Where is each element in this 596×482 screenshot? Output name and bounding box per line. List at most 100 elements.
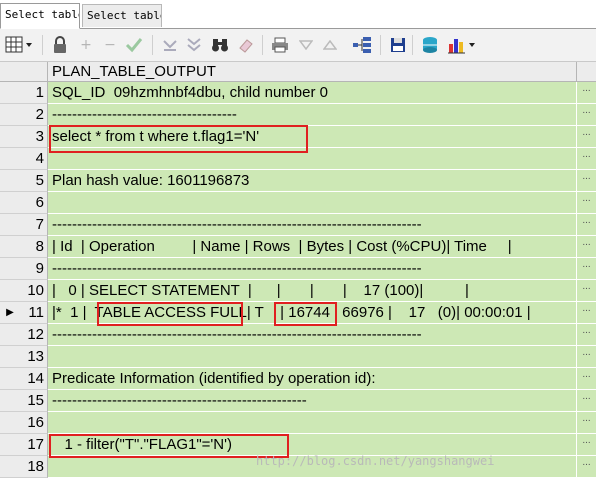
grid-corner[interactable]: [0, 62, 48, 82]
cell-expand-button[interactable]: ...: [576, 390, 596, 412]
cell-expand-button[interactable]: ...: [576, 346, 596, 368]
cell-expand-button[interactable]: ...: [576, 126, 596, 148]
table-row[interactable]: 10 | 0 | SELECT STATEMENT | | | | 17 (100…: [0, 280, 596, 302]
row-marker[interactable]: [0, 192, 20, 214]
row-marker[interactable]: [0, 104, 20, 126]
plan-output-cell[interactable]: Plan hash value: 1601196873: [48, 170, 576, 192]
row-number[interactable]: 8: [20, 236, 48, 258]
cell-expand-button[interactable]: ...: [576, 214, 596, 236]
row-number[interactable]: 7: [20, 214, 48, 236]
cell-expand-button[interactable]: ...: [576, 302, 596, 324]
row-marker[interactable]: [0, 126, 20, 148]
row-number[interactable]: 16: [20, 412, 48, 434]
plan-output-cell[interactable]: ----------------------------------------…: [48, 324, 576, 346]
row-marker[interactable]: [0, 324, 20, 346]
plan-output-cell[interactable]: -------------------------------------: [48, 104, 576, 126]
row-marker[interactable]: [0, 390, 20, 412]
row-number[interactable]: 10: [20, 280, 48, 302]
eraser-icon[interactable]: [236, 35, 256, 55]
row-number[interactable]: 17: [20, 434, 48, 456]
cell-expand-button[interactable]: ...: [576, 434, 596, 456]
table-row[interactable]: 1 SQL_ID 09hzmhnbf4dbu, child number 0...: [0, 82, 596, 104]
tab-select-table-active[interactable]: Select table: [0, 3, 80, 29]
table-row[interactable]: 6...: [0, 192, 596, 214]
plan-output-cell[interactable]: select * from t where t.flag1='N': [48, 126, 576, 148]
current-row-indicator-icon[interactable]: ▶: [0, 302, 20, 324]
cell-expand-button[interactable]: ...: [576, 324, 596, 346]
grid-dropdown-icon[interactable]: [5, 35, 35, 55]
save-icon[interactable]: [388, 35, 408, 55]
row-marker[interactable]: [0, 456, 20, 478]
row-number[interactable]: 13: [20, 346, 48, 368]
plan-output-cell[interactable]: [48, 346, 576, 368]
cell-expand-button[interactable]: ...: [576, 192, 596, 214]
plan-output-cell[interactable]: [48, 148, 576, 170]
row-marker[interactable]: [0, 82, 20, 104]
cell-expand-button[interactable]: ...: [576, 456, 596, 478]
row-number[interactable]: 11: [20, 302, 48, 324]
row-marker[interactable]: [0, 236, 20, 258]
plan-output-cell[interactable]: 1 - filter("T"."FLAG1"='N'): [48, 434, 576, 456]
table-row[interactable]: 5 Plan hash value: 1601196873...: [0, 170, 596, 192]
row-marker[interactable]: [0, 346, 20, 368]
arrow-down-icon[interactable]: [160, 35, 180, 55]
print-icon[interactable]: [270, 35, 290, 55]
plan-output-cell[interactable]: [48, 192, 576, 214]
table-row[interactable]: 15 --------------------------------------…: [0, 390, 596, 412]
row-number[interactable]: 3: [20, 126, 48, 148]
row-number[interactable]: 4: [20, 148, 48, 170]
table-row[interactable]: 17 1 - filter("T"."FLAG1"='N')...: [0, 434, 596, 456]
row-number[interactable]: 9: [20, 258, 48, 280]
row-marker[interactable]: [0, 214, 20, 236]
cell-expand-button[interactable]: ...: [576, 258, 596, 280]
cell-expand-button[interactable]: ...: [576, 236, 596, 258]
row-number[interactable]: 1: [20, 82, 48, 104]
row-marker[interactable]: [0, 170, 20, 192]
row-number[interactable]: 6: [20, 192, 48, 214]
row-marker[interactable]: [0, 412, 20, 434]
chart-dropdown-icon[interactable]: [448, 35, 478, 55]
row-marker[interactable]: [0, 434, 20, 456]
tree-icon[interactable]: [352, 35, 372, 55]
minus-icon[interactable]: −: [100, 35, 120, 55]
plus-icon[interactable]: +: [76, 35, 96, 55]
row-marker[interactable]: [0, 368, 20, 390]
row-number[interactable]: 15: [20, 390, 48, 412]
plan-output-cell[interactable]: ----------------------------------------…: [48, 258, 576, 280]
table-row[interactable]: 4...: [0, 148, 596, 170]
row-number[interactable]: 5: [20, 170, 48, 192]
plan-output-cell[interactable]: [48, 412, 576, 434]
cell-expand-button[interactable]: ...: [576, 82, 596, 104]
arrow-down-double-icon[interactable]: [184, 35, 204, 55]
table-row[interactable]: 3 select * from t where t.flag1='N'...: [0, 126, 596, 148]
plan-output-cell[interactable]: |* 1 | TABLE ACCESS FULL| T | 16744 | 66…: [48, 302, 576, 324]
plan-output-cell[interactable]: SQL_ID 09hzmhnbf4dbu, child number 0: [48, 82, 576, 104]
table-row[interactable]: 12 --------------------------------------…: [0, 324, 596, 346]
column-header-plan-table-output[interactable]: PLAN_TABLE_OUTPUT: [48, 62, 576, 82]
table-row[interactable]: 8 | Id | Operation | Name | Rows | Bytes …: [0, 236, 596, 258]
row-number[interactable]: 12: [20, 324, 48, 346]
cell-expand-button[interactable]: ...: [576, 412, 596, 434]
row-number[interactable]: 18: [20, 456, 48, 478]
binoculars-icon[interactable]: [210, 35, 230, 55]
tab-select-table-2[interactable]: Select table: [82, 4, 162, 27]
lock-icon[interactable]: [50, 35, 70, 55]
cell-expand-button[interactable]: ...: [576, 170, 596, 192]
row-marker[interactable]: [0, 280, 20, 302]
triangle-down-icon[interactable]: [296, 35, 316, 55]
database-icon[interactable]: [420, 35, 440, 55]
plan-output-cell[interactable]: Predicate Information (identified by ope…: [48, 368, 576, 390]
row-number[interactable]: 14: [20, 368, 48, 390]
table-row[interactable]: 14 Predicate Information (identified by o…: [0, 368, 596, 390]
check-icon[interactable]: [124, 35, 144, 55]
table-row[interactable]: ▶ 11 |* 1 | TABLE ACCESS FULL| T | 16744 |…: [0, 302, 596, 324]
row-marker[interactable]: [0, 148, 20, 170]
cell-expand-button[interactable]: ...: [576, 280, 596, 302]
triangle-up-icon[interactable]: [320, 35, 340, 55]
cell-expand-button[interactable]: ...: [576, 368, 596, 390]
plan-output-cell[interactable]: | 0 | SELECT STATEMENT | | | | 17 (100)|…: [48, 280, 576, 302]
row-marker[interactable]: [0, 258, 20, 280]
plan-output-cell[interactable]: ----------------------------------------…: [48, 390, 576, 412]
table-row[interactable]: 16...: [0, 412, 596, 434]
cell-expand-button[interactable]: ...: [576, 148, 596, 170]
